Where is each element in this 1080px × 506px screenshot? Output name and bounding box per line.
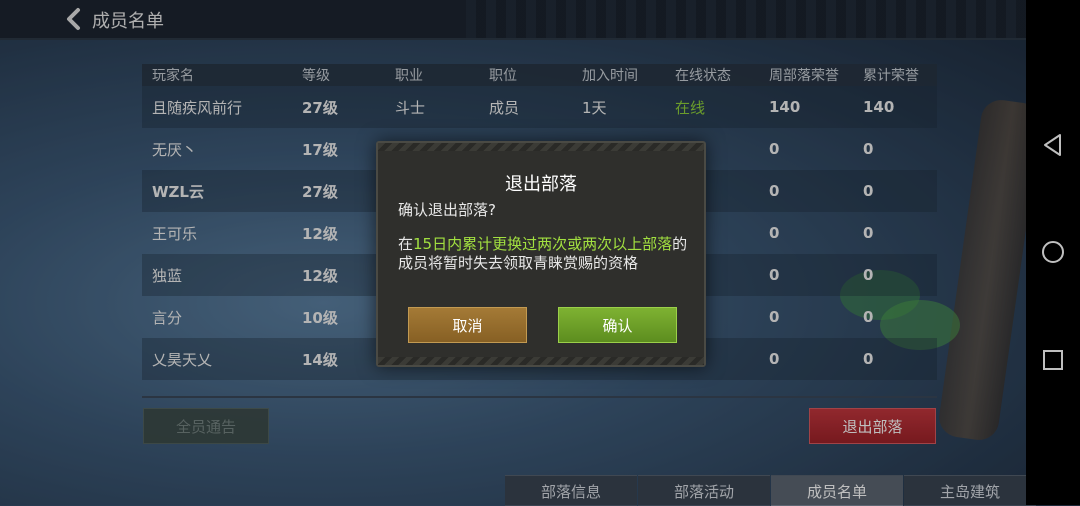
- exit-tribe-dialog: 退出部落 确认退出部落? 在15日内累计更换过两次或两次以上部落的成员将暂时失去…: [376, 141, 706, 367]
- warning-highlight: 15日内累计更换过两次或两次以上部落: [413, 235, 673, 253]
- dialog-title: 退出部落: [505, 174, 577, 195]
- dialog-question: 确认退出部落?: [398, 201, 496, 219]
- warning-prefix: 在: [398, 235, 414, 253]
- dialog-border-pattern: [378, 357, 704, 365]
- cancel-button[interactable]: 取消: [408, 307, 527, 343]
- dialog-border-pattern: [378, 143, 704, 151]
- dialog-warning: 在15日内累计更换过两次或两次以上部落的成员将暂时失去领取青睐赏赐的资格: [398, 235, 688, 273]
- confirm-button[interactable]: 确认: [558, 307, 677, 343]
